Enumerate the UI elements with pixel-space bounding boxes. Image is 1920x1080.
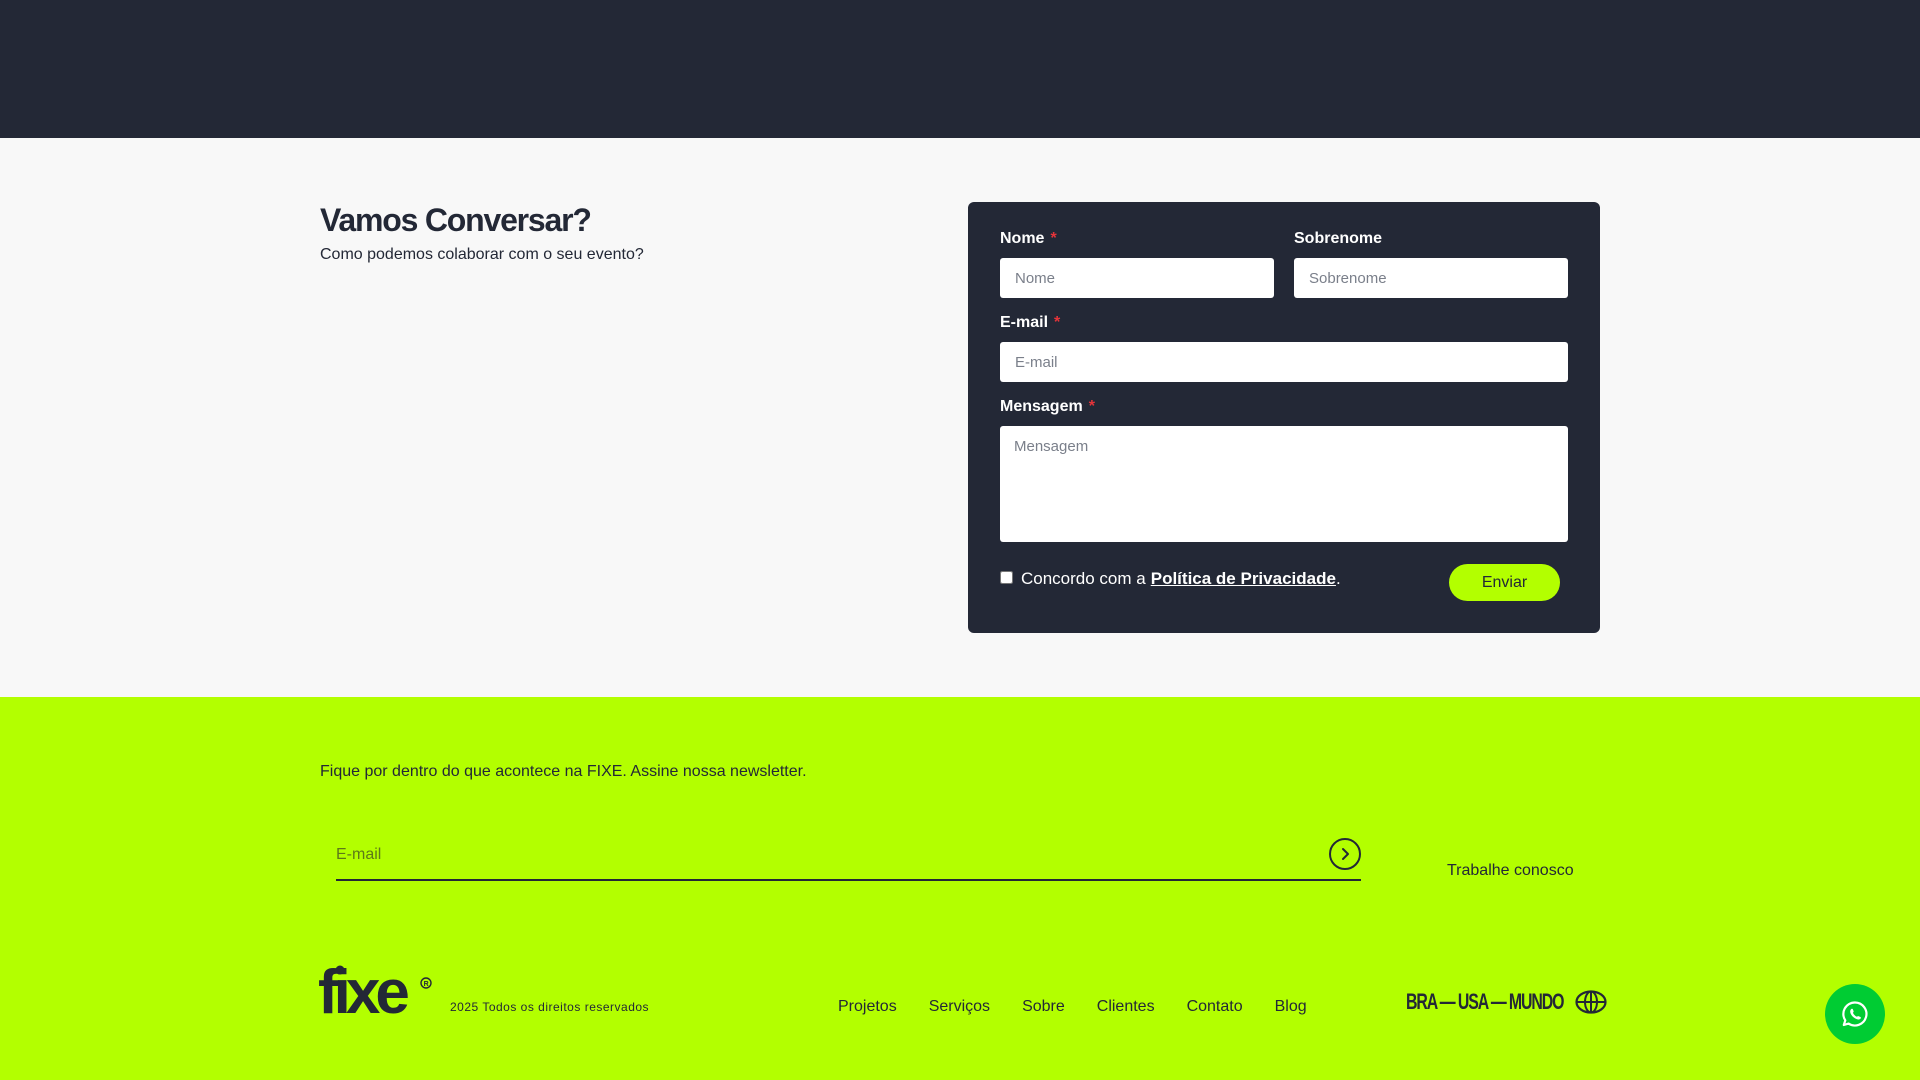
- email-input[interactable]: [1000, 342, 1568, 382]
- footer-nav-contato[interactable]: Contato: [1187, 998, 1243, 1016]
- arrow-right-circle-icon: [1342, 848, 1349, 860]
- contact-section: Vamos Conversar? Como podemos colaborar …: [0, 138, 1920, 697]
- svg-text:R: R: [424, 981, 429, 988]
- whatsapp-button[interactable]: [1825, 984, 1885, 1044]
- email-label: E-mail *: [1000, 314, 1061, 331]
- newsletter-text: Fique por dentro do que acontece na FIXE…: [320, 763, 807, 780]
- footer-nav-sobre[interactable]: Sobre: [1022, 998, 1065, 1016]
- newsletter-email-input[interactable]: [336, 831, 1361, 881]
- registered-icon: R: [420, 977, 432, 989]
- contact-form: Nome* Sobrenome E-mail* Mensagem* Concor…: [968, 202, 1600, 633]
- logo-mark: fixe R: [318, 958, 432, 1027]
- whatsapp-icon: [1842, 1001, 1868, 1027]
- work-with-us-link[interactable]: Trabalhe conosco: [1447, 862, 1574, 880]
- privacy-policy-link[interactable]: Política de Privacidade: [1151, 569, 1336, 589]
- fixe-logo[interactable]: fixe R: [318, 958, 436, 1027]
- locations-badge: BRA — USA — MUNDO: [1406, 989, 1607, 1015]
- footer-nav-servicos[interactable]: Serviços: [929, 998, 990, 1016]
- footer-nav-clientes[interactable]: Clientes: [1097, 998, 1155, 1016]
- last-name-label: Sobrenome: [1294, 230, 1383, 247]
- required-mark: *: [1050, 230, 1057, 247]
- top-header-bar: [0, 0, 1920, 138]
- footer-nav-blog[interactable]: Blog: [1275, 998, 1307, 1016]
- privacy-consent: Concordo com a Política de Privacidade.: [1000, 569, 1341, 589]
- footer-nav: Projetos Serviços Sobre Clientes Contato…: [838, 998, 1307, 1016]
- contact-title: Vamos Conversar?: [320, 202, 592, 238]
- footer: Fique por dentro do que acontece na FIXE…: [0, 697, 1920, 1080]
- locations-text: BRA — USA — MUNDO: [1406, 989, 1564, 1014]
- message-textarea[interactable]: [1000, 426, 1568, 542]
- required-mark: *: [1088, 398, 1095, 415]
- required-mark: *: [1054, 314, 1061, 331]
- copyright-text: 2025 Todos os direitos reservados: [450, 1000, 650, 1014]
- send-button[interactable]: Enviar: [1449, 564, 1560, 601]
- globe-icon: [1575, 990, 1607, 1014]
- last-name-input[interactable]: [1294, 258, 1568, 298]
- consent-suffix: .: [1335, 569, 1341, 588]
- message-label: Mensagem *: [1000, 398, 1095, 415]
- privacy-checkbox[interactable]: [1000, 570, 1013, 584]
- newsletter-submit-button[interactable]: [1329, 838, 1361, 870]
- contact-subtitle: Como podemos colaborar com o seu evento?: [320, 246, 644, 263]
- first-name-label: Nome *: [1000, 230, 1057, 247]
- consent-text: Concordo com a: [1021, 569, 1146, 588]
- logo-wordmark: fixe: [318, 961, 408, 1021]
- first-name-input[interactable]: [1000, 258, 1274, 298]
- footer-nav-projetos[interactable]: Projetos: [838, 998, 897, 1016]
